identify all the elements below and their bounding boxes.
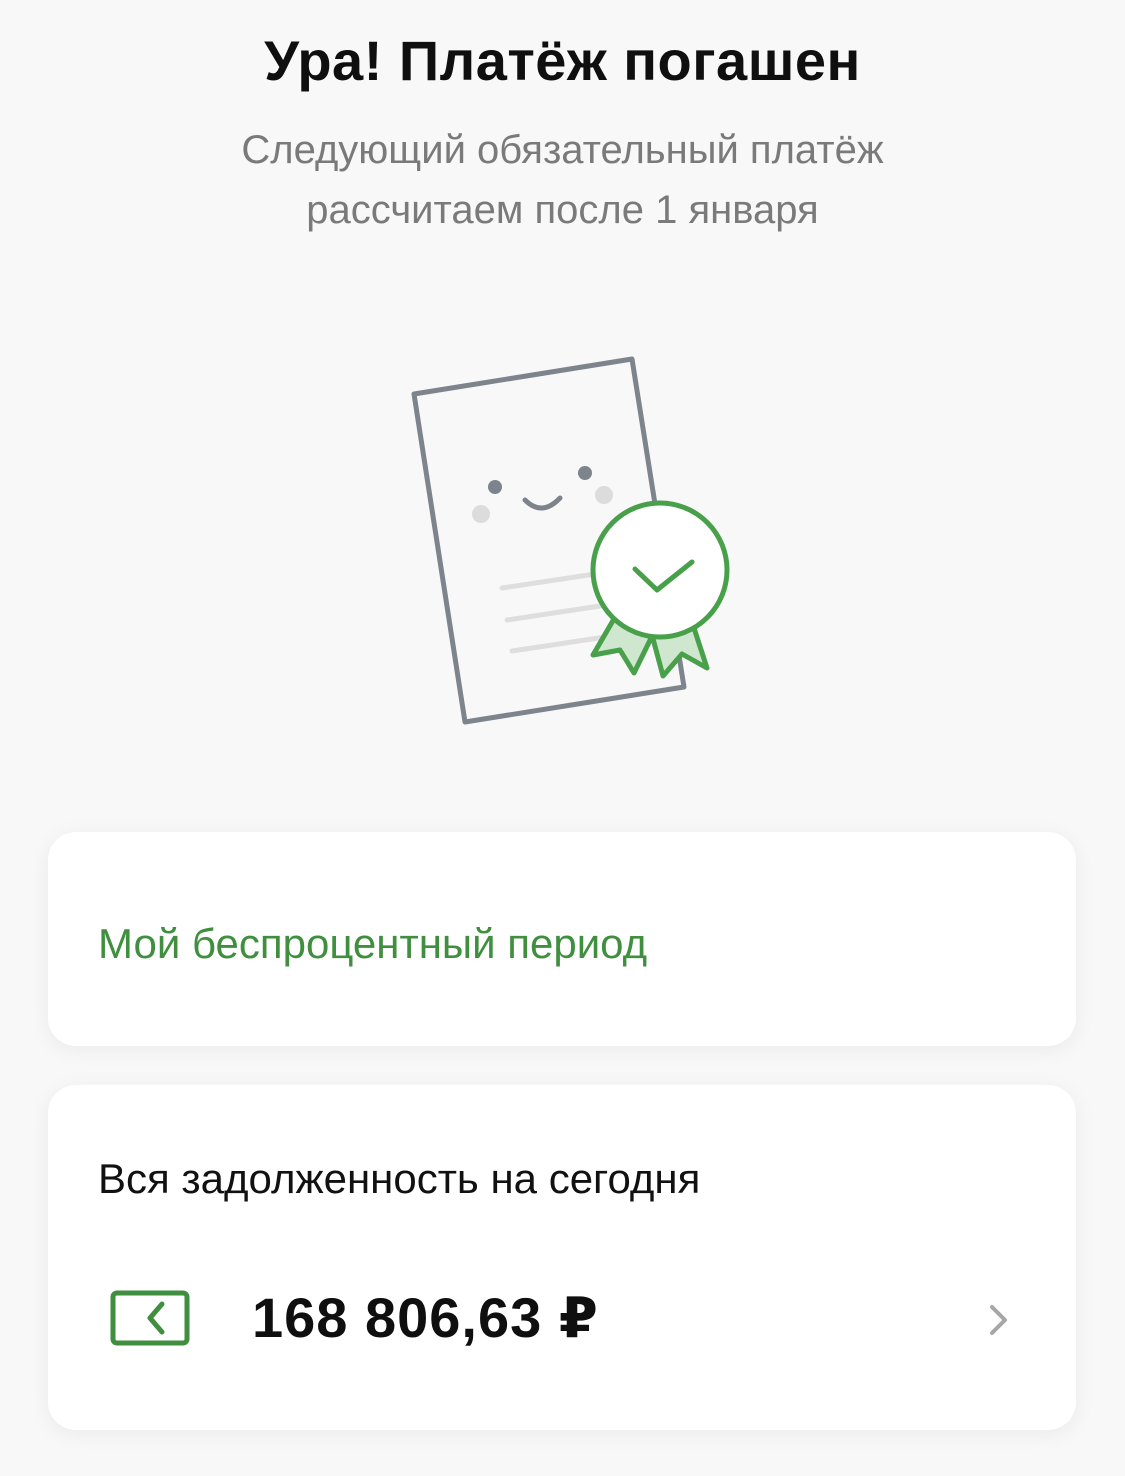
total-debt-card: Вся задолженность на сегодня 168 806,63 … <box>48 1085 1076 1430</box>
card-back-icon <box>110 1290 190 1346</box>
total-debt-amount: 168 806,63 ₽ <box>252 1286 599 1349</box>
total-debt-label: Вся задолженность на сегодня <box>98 1155 701 1202</box>
chevron-right-icon[interactable] <box>986 1303 1010 1337</box>
interest-free-period-link[interactable]: Мой беспроцентный период <box>98 920 647 968</box>
subtitle-line-2: рассчитаем после 1 января <box>306 188 819 232</box>
page-title: Ура! Платёж погашен <box>264 29 861 92</box>
interest-free-period-card[interactable]: Мой беспроцентный период <box>48 832 1076 1046</box>
page-subtitle: Следующий обязательный платёж рассчитаем… <box>0 120 1125 240</box>
total-debt-row[interactable]: 168 806,63 ₽ <box>48 1275 1076 1365</box>
document-with-award-illustration <box>380 340 760 740</box>
subtitle-line-1: Следующий обязательный платёж <box>241 128 884 172</box>
